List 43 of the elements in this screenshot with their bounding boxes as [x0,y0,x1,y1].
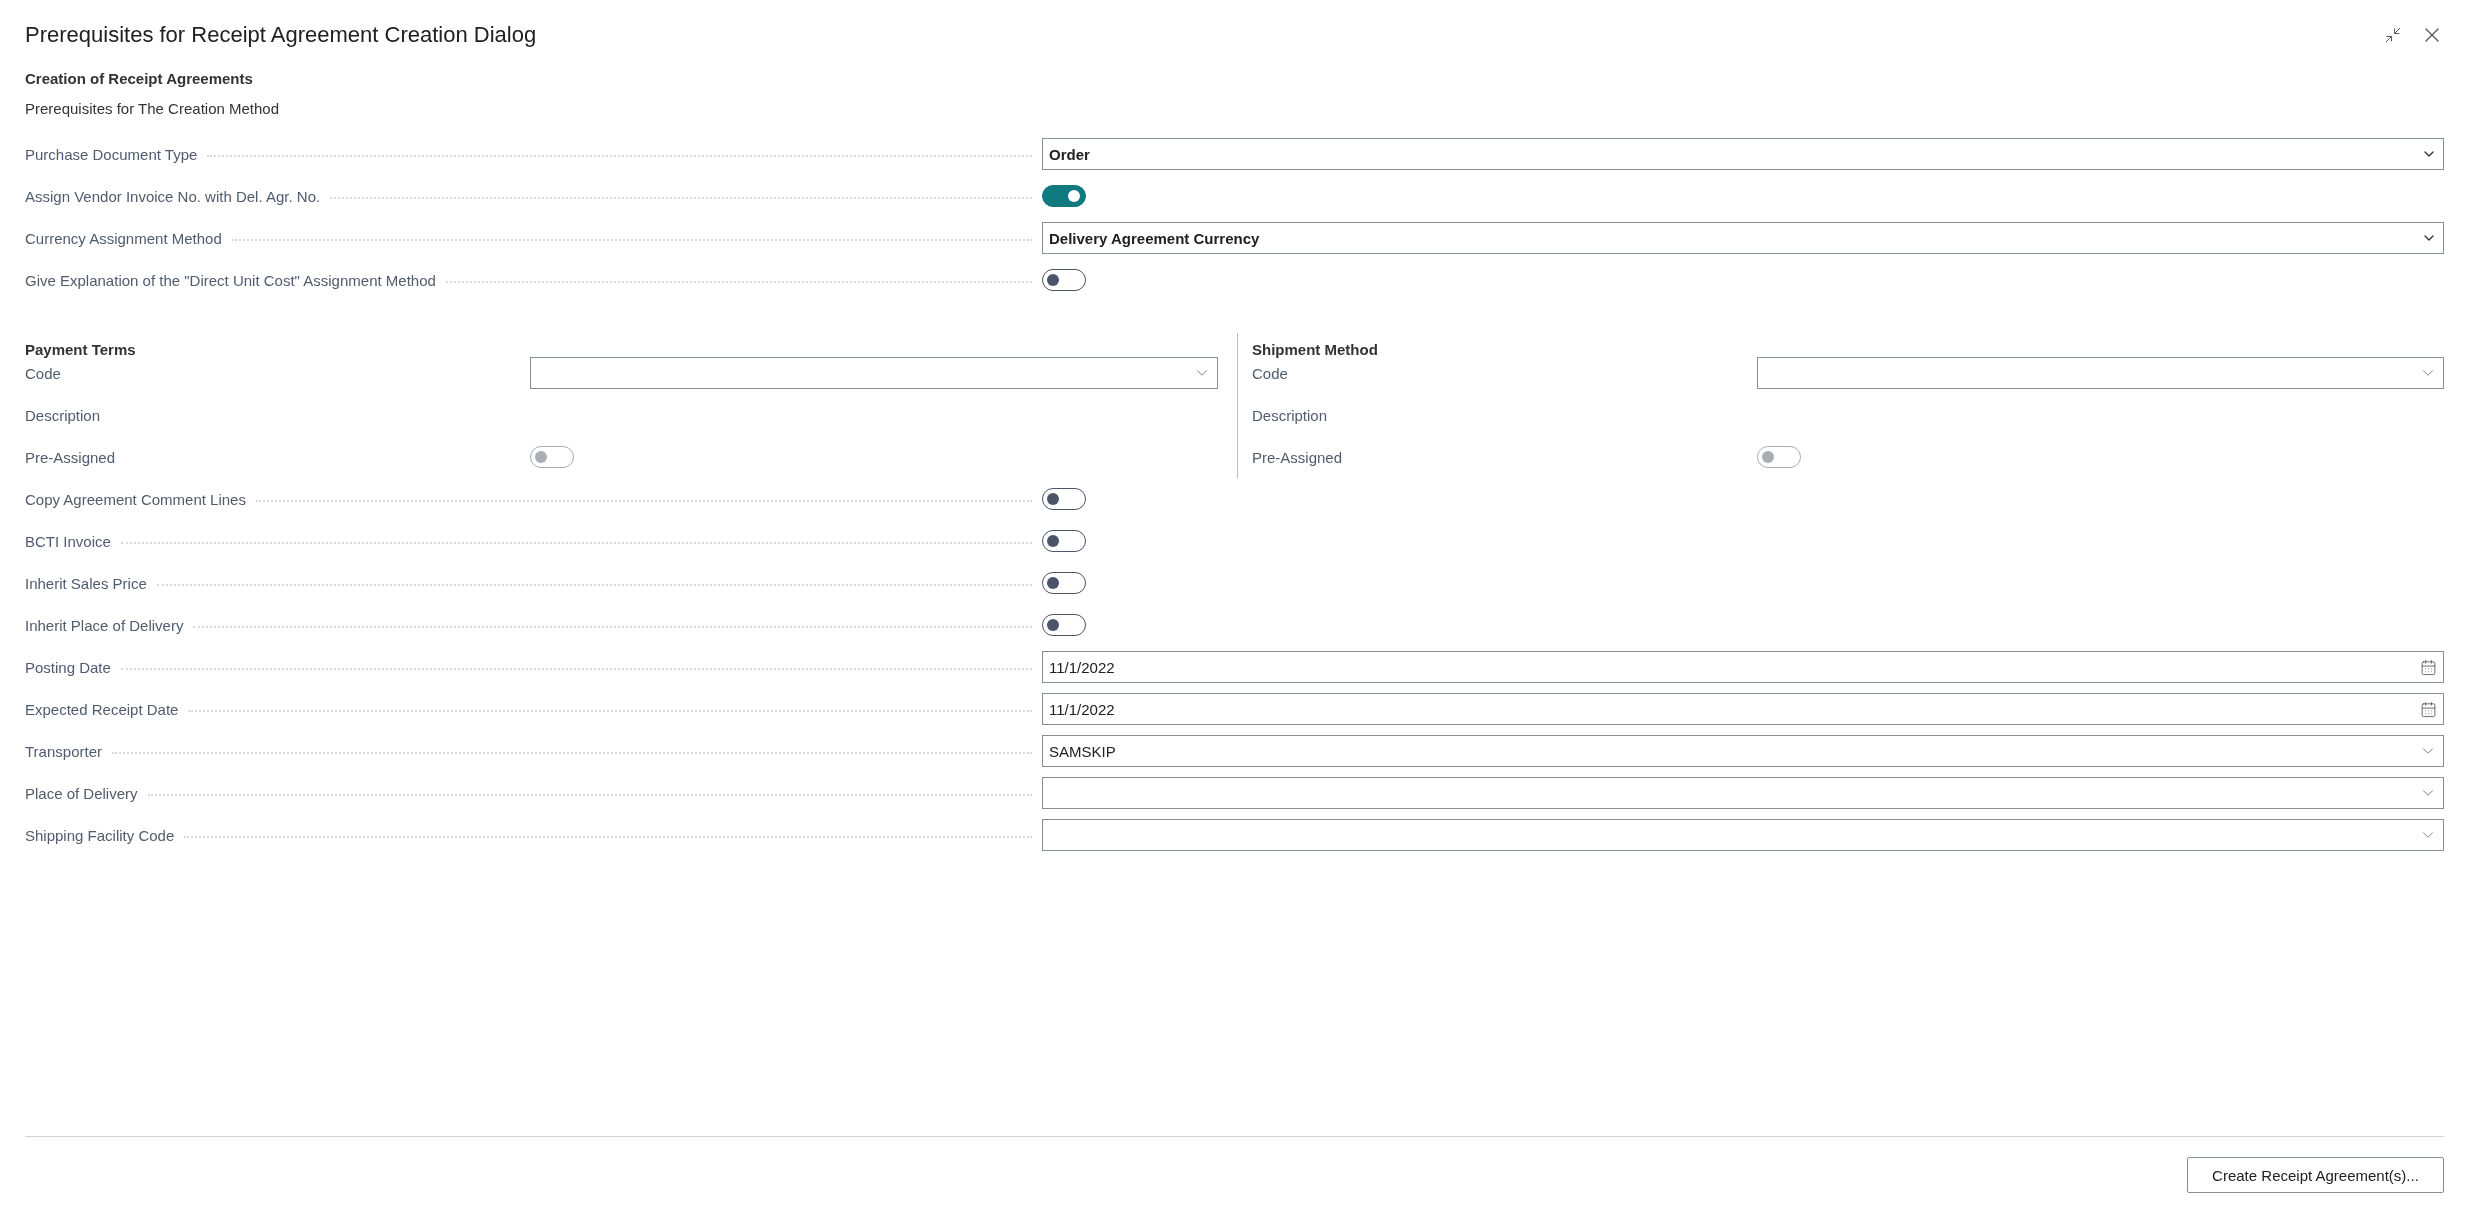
lookup-field[interactable]: SAMSKIP [1042,735,2444,767]
toggle-switch[interactable] [1042,572,1086,594]
field-label: Inherit Sales Price [25,574,147,592]
calendar-icon [2420,700,2437,718]
dialog-title: Prerequisites for Receipt Agreement Creation Dialog [25,22,537,48]
lookup-field[interactable] [530,357,1218,389]
field-label: Posting Date [25,658,111,676]
toggle-switch[interactable] [1042,488,1086,510]
field-label: Place of Delivery [25,784,138,802]
group-title: Shipment Method [1252,341,1379,358]
section-subtitle: Prerequisites for The Creation Method [25,100,281,117]
field-label: Assign Vendor Invoice No. with Del. Agr. No. [25,187,321,205]
calendar-icon [2420,658,2437,676]
field-label: Purchase Document Type [25,145,198,163]
field-label: Copy Agreement Comment Lines [25,490,246,508]
option-select[interactable]: Delivery Agreement Currency [1042,222,2444,254]
option-select[interactable]: Order [1042,138,2444,170]
lookup-field[interactable] [1757,357,2444,389]
collapse-icon[interactable] [2384,26,2402,44]
lookup-field[interactable] [1042,819,2444,851]
field-label: Shipping Facility Code [25,826,175,844]
field-label: Description [1252,406,1328,424]
field-label: Inherit Place of Delivery [25,616,184,634]
toggle-switch[interactable] [1042,269,1086,291]
field-label: Expected Receipt Date [25,700,179,718]
field-label: Transporter [25,742,102,760]
date-field[interactable]: 11/1/2022 [1042,693,2444,725]
field-label: Give Explanation of the "Direct Unit Cost" Assignment Method [25,271,436,289]
toggle-switch[interactable] [1042,185,1086,207]
field-label: Currency Assignment Method [25,229,222,247]
field-label: Pre-Assigned [1252,448,1343,466]
toggle-switch[interactable] [1042,614,1086,636]
field-label: Pre-Assigned [25,448,116,466]
toggle-switch[interactable] [1042,530,1086,552]
field-label: Code [1252,364,1288,382]
field-label: Description [25,406,101,424]
create-agreements-button[interactable]: Create Receipt Agreement(s)... [2187,1157,2444,1193]
date-field[interactable]: 11/1/2022 [1042,651,2444,683]
field-label: BCTI Invoice [25,532,111,550]
lookup-field[interactable] [1042,777,2444,809]
group-title: Payment Terms [25,341,137,358]
section-title: Creation of Receipt Agreements [25,70,254,87]
field-label: Code [25,364,61,382]
